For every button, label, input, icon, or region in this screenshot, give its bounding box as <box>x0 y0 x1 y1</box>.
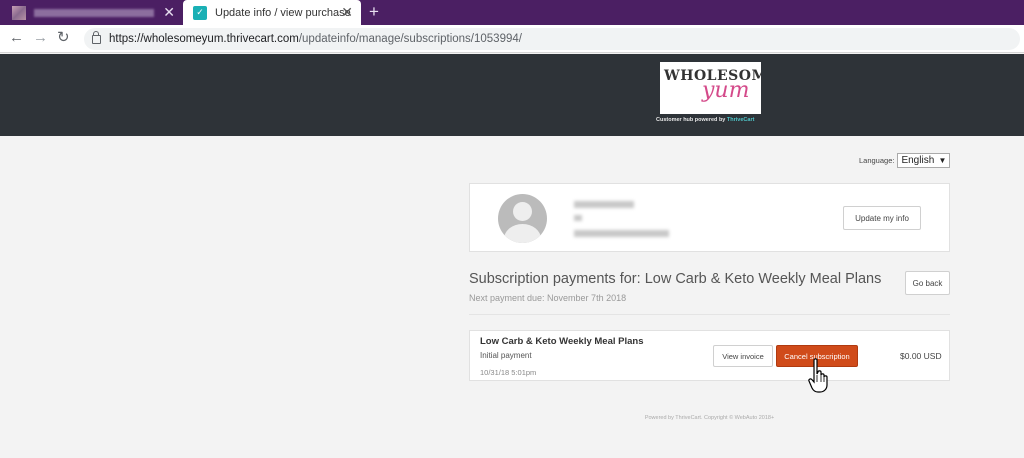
view-invoice-button[interactable]: View invoice <box>713 345 773 367</box>
language-selected-value: English <box>901 155 935 166</box>
browser-tab-strip: ✕ ✓ Update info / view purchase history … <box>0 0 1024 25</box>
customer-hub-powered-by: Customer hub powered by ThriveCart <box>656 117 754 123</box>
thrivecart-favicon-icon: ✓ <box>193 5 207 20</box>
profile-detail-blurred <box>574 215 582 221</box>
go-back-button[interactable]: Go back <box>905 271 950 295</box>
page-title: Subscription payments for: Low Carb & Ke… <box>469 271 882 287</box>
plus-icon[interactable]: + <box>369 3 379 20</box>
tab-title: Update info / view purchase history <box>215 6 353 19</box>
wholesome-yum-logo[interactable]: WHOLESOME yum <box>660 62 761 114</box>
profile-card: Update my info <box>469 183 950 252</box>
powered-by-label: Customer hub powered by <box>656 117 726 123</box>
tab-favicon <box>12 5 26 20</box>
thrivecart-brand[interactable]: ThriveCart <box>727 117 755 123</box>
subscription-payment-row: Low Carb & Keto Weekly Meal Plans Initia… <box>469 330 950 381</box>
payment-date: 10/31/18 5:01pm <box>480 368 537 377</box>
logo-script: yum <box>702 78 750 103</box>
arrow-left-icon[interactable]: ← <box>9 30 24 46</box>
browser-tab-active[interactable]: ✓ Update info / view purchase history ✕ <box>183 0 361 25</box>
lock-icon[interactable] <box>92 30 101 44</box>
caret-down-icon: ▼ <box>938 156 947 165</box>
payment-type: Initial payment <box>480 351 532 360</box>
browser-toolbar: ← → ↻ https://wholesomeyum.thrivecart.co… <box>0 25 1024 53</box>
profile-email-blurred <box>574 230 669 237</box>
close-icon[interactable]: ✕ <box>341 5 353 19</box>
plan-name: Low Carb & Keto Weekly Meal Plans <box>480 336 644 347</box>
tab-title-blurred <box>34 8 154 17</box>
footer-copyright: Powered by ThriveCart. Copyright © WebAu… <box>644 415 775 421</box>
language-select[interactable]: English ▼ <box>897 153 951 168</box>
profile-name-blurred <box>574 201 634 208</box>
site-header: WHOLESOME yum Customer hub powered by Th… <box>0 54 1024 136</box>
arrow-right-icon[interactable]: → <box>33 30 48 46</box>
reload-icon[interactable]: ↻ <box>57 30 70 46</box>
language-selector: Language: English ▼ <box>859 153 951 168</box>
url-host: https://wholesomeyum.thrivecart.com <box>109 33 299 45</box>
payment-amount: $0.00 USD <box>900 351 942 361</box>
hand-cursor-icon <box>808 358 828 393</box>
address-bar[interactable]: https://wholesomeyum.thrivecart.com/upda… <box>84 28 1020 50</box>
next-payment-date: Next payment due: November 7th 2018 <box>469 293 627 303</box>
divider <box>469 314 950 315</box>
language-label: Language: <box>859 156 895 165</box>
browser-tab-inactive[interactable]: ✕ <box>0 0 183 25</box>
avatar <box>498 194 547 243</box>
close-icon[interactable]: ✕ <box>163 5 175 19</box>
url-path: /updateinfo/manage/subscriptions/1053994… <box>298 33 522 45</box>
update-my-info-button[interactable]: Update my info <box>843 206 921 230</box>
